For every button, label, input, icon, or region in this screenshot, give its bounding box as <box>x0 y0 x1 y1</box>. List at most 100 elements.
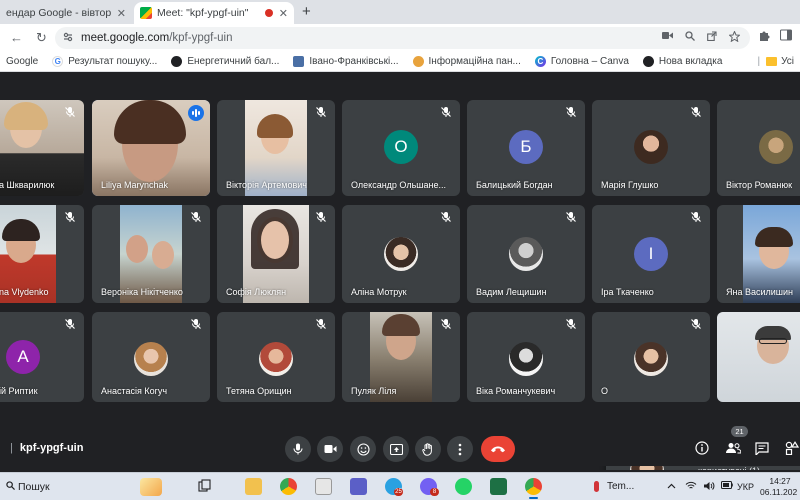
bookmark-search-result[interactable]: G Результат пошуку... <box>52 56 157 67</box>
viber-badge: 8 <box>430 488 439 496</box>
bookmark-canva[interactable]: C Головна – Canva <box>534 56 629 67</box>
participant-tile[interactable]: Віка Романчукевич <box>467 312 585 402</box>
close-icon[interactable]: ✕ <box>279 7 288 20</box>
avatar <box>509 237 543 271</box>
meeting-details-button[interactable] <box>694 440 710 456</box>
mic-off-icon <box>566 319 576 329</box>
participant-tile[interactable]: Яна Василишин <box>717 205 800 303</box>
file-explorer-icon[interactable] <box>245 478 262 495</box>
meet-controls-bar: | kpf-ypgf-uin <box>0 430 800 466</box>
mic-icon <box>293 443 303 455</box>
bookmark-star-icon[interactable] <box>728 30 741 45</box>
participant-name: Вадим Лещишин <box>476 287 547 297</box>
participant-tile[interactable]: na Vlydenko <box>0 205 84 303</box>
zoom-icon[interactable] <box>685 31 695 45</box>
bookmark-new-tab[interactable]: Нова вкладка <box>642 56 723 67</box>
microphone-button[interactable] <box>285 436 311 462</box>
reload-icon[interactable]: ↻ <box>36 30 47 46</box>
volume-icon[interactable] <box>703 481 715 493</box>
battery-icon[interactable] <box>721 481 733 491</box>
teams-icon[interactable] <box>350 478 367 495</box>
notepad-icon[interactable] <box>315 478 332 495</box>
reactions-button[interactable] <box>350 436 376 462</box>
chrome-active-icon[interactable] <box>525 478 542 499</box>
bookmark-label: Нова вкладка <box>658 56 723 67</box>
new-tab-button[interactable]: + <box>302 4 311 20</box>
excel-icon[interactable] <box>490 478 507 495</box>
taskbar-search[interactable]: Пошук <box>0 476 170 498</box>
chat-button[interactable] <box>754 440 770 456</box>
participant-tile[interactable]: Софія Люклян <box>217 205 335 303</box>
participant-tile[interactable]: А ій Риптик <box>0 312 84 402</box>
mic-off-icon <box>65 212 75 222</box>
participant-tile[interactable]: Вероніка Нікітченко <box>92 205 210 303</box>
participant-tile[interactable]: О Олександр Ольшане... <box>342 100 460 196</box>
input-language[interactable]: УКР <box>737 482 754 492</box>
bookmark-ivano-frankivsk[interactable]: Івано-Франківські... <box>293 56 399 67</box>
participant-tile[interactable]: а Шкварилюк <box>0 100 84 196</box>
participant-name: Аліна Мотрук <box>351 287 407 297</box>
bookmark-google[interactable]: Google <box>6 56 38 67</box>
side-panel-icon[interactable] <box>779 29 793 44</box>
tab-meet[interactable]: Meet: "kpf-ypgf-uin" ✕ <box>134 2 294 24</box>
participant-tile[interactable]: І Іра Ткаченко <box>592 205 710 303</box>
chevron-up-icon[interactable] <box>667 481 676 491</box>
activities-icon <box>785 441 799 455</box>
bookmark-label: Енергетичний бал... <box>187 56 280 67</box>
clock-time: 14:27 <box>769 476 791 486</box>
whatsapp-icon[interactable] <box>455 478 472 495</box>
extensions-icon[interactable] <box>758 29 770 44</box>
bookmarks-bar: Google G Результат пошуку... Енергетични… <box>0 52 800 72</box>
bookmark-info-panel[interactable]: Інформаційна пан... <box>412 56 521 67</box>
participant-tile[interactable]: О <box>592 312 710 402</box>
participant-tile[interactable]: Тетяна Орищин <box>217 312 335 402</box>
all-bookmarks-label: Усі <box>781 56 794 67</box>
more-options-button[interactable] <box>447 436 473 462</box>
browser-toolbar: ← ↻ meet.google.com /kpf-ypgf-uin <box>0 24 800 52</box>
bookmark-energy-balance[interactable]: Енергетичний бал... <box>171 56 279 67</box>
participant-tile[interactable]: Аліна Мотрук <box>342 205 460 303</box>
share-icon[interactable] <box>707 31 717 45</box>
avatar: Б <box>509 130 543 164</box>
people-icon <box>725 443 741 454</box>
task-view-icon[interactable] <box>196 478 213 495</box>
tab-google-calendar[interactable]: ендар Google - вівторок, 7 ✕ <box>0 2 132 24</box>
wifi-icon[interactable] <box>685 481 697 492</box>
participant-tile[interactable]: Марія Глушко <box>592 100 710 196</box>
participant-name: Олександр Ольшане... <box>351 180 446 190</box>
participant-tile[interactable]: Вікторія Артемович <box>217 100 335 196</box>
participant-name: Віктор Романюк <box>726 180 793 190</box>
system-clock[interactable]: 14:27 06.11.202 <box>760 476 800 498</box>
mic-off-icon <box>191 212 201 222</box>
globe-icon <box>171 56 183 67</box>
close-icon[interactable]: ✕ <box>117 7 126 20</box>
avatar <box>384 237 418 271</box>
participant-tile[interactable]: Анастасія Когуч <box>92 312 210 402</box>
camera-in-use-icon[interactable] <box>662 31 673 45</box>
activities-button[interactable] <box>784 440 800 456</box>
camera-icon <box>324 445 336 453</box>
leave-call-button[interactable] <box>481 436 515 462</box>
chrome-icon[interactable] <box>280 478 297 495</box>
search-highlight-icon <box>140 478 162 496</box>
camera-button[interactable] <box>317 436 343 462</box>
avatar <box>259 342 293 376</box>
more-vert-icon <box>458 443 462 455</box>
raise-hand-button[interactable] <box>415 436 441 462</box>
all-bookmarks[interactable]: | Усі <box>757 56 794 67</box>
weather-text: Tem... <box>607 481 635 492</box>
site-info-icon[interactable] <box>63 32 73 44</box>
present-screen-button[interactable] <box>383 436 409 462</box>
participant-tile[interactable]: Вадим Лещишин <box>467 205 585 303</box>
participant-tile[interactable]: Б Балицький Богдан <box>467 100 585 196</box>
participant-tile[interactable]: Віктор Романюк <box>717 100 800 196</box>
weather-widget[interactable]: Tem... <box>594 481 634 492</box>
windows-taskbar: Пошук 25 8 Tem... УКР 14:27 06.11.202 <box>0 472 800 500</box>
participant-tile[interactable]: Liliya Marynchak <box>92 100 210 196</box>
participants-button[interactable] <box>725 440 741 456</box>
address-bar[interactable]: meet.google.com /kpf-ypgf-uin <box>55 27 750 49</box>
back-icon[interactable]: ← <box>10 30 23 46</box>
participant-tile[interactable]: Пуляк Ліля <box>342 312 460 402</box>
participant-name: а Шкварилюк <box>0 180 55 190</box>
participant-tile[interactable] <box>717 312 800 402</box>
